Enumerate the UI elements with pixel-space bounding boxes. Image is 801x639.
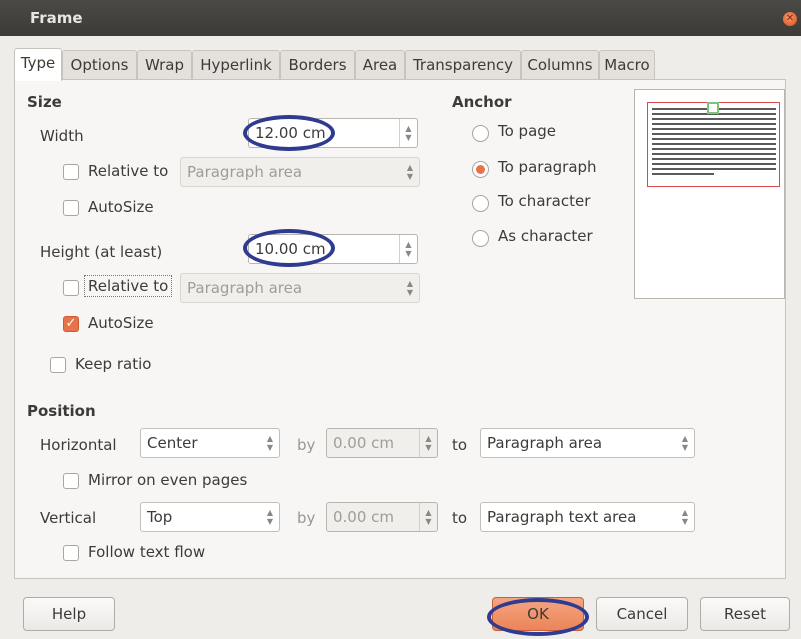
mirror-label: Mirror on even pages [88, 471, 248, 489]
close-icon[interactable]: ✕ [783, 12, 797, 26]
preview-text-line [652, 123, 776, 125]
width-value: 12.00 cm [255, 124, 326, 142]
keep-ratio-checkbox[interactable] [50, 357, 66, 373]
frame-dialog: Frame ✕ Type Options Wrap Hyperlink Bord… [0, 0, 801, 639]
vertical-to-value: Paragraph text area [487, 508, 637, 526]
height-value: 10.00 cm [255, 240, 326, 258]
combo-arrows-icon: ▲ ▼ [681, 434, 689, 452]
anchor-to-character-radio[interactable] [472, 195, 489, 212]
horizontal-label: Horizontal [40, 436, 117, 454]
width-relative-checkbox[interactable] [63, 164, 79, 180]
anchor-to-paragraph-radio[interactable] [472, 161, 489, 178]
preview-text-line [652, 138, 776, 140]
height-autosize-checkbox[interactable]: ✓ [63, 316, 79, 332]
anchor-as-character-radio[interactable] [472, 230, 489, 247]
horizontal-by-value: 0.00 cm [333, 434, 395, 452]
horizontal-to-value: Paragraph area [487, 434, 603, 452]
horizontal-by-spinfield[interactable]: 0.00 cm ▲ ▼ [326, 428, 438, 458]
horizontal-to-label: to [452, 436, 468, 454]
tab-transparency[interactable]: Transparency [405, 50, 521, 80]
ok-button[interactable]: OK [492, 597, 584, 631]
anchor-to-character-label: To character [498, 192, 591, 210]
tab-columns[interactable]: Columns [521, 50, 599, 80]
height-spinfield[interactable]: 10.00 cm ▲ ▼ [248, 234, 418, 264]
preview-text-line [652, 133, 776, 135]
combo-arrows-icon: ▲ ▼ [266, 434, 274, 452]
height-relative-checkbox[interactable] [63, 280, 79, 296]
width-relative-value: Paragraph area [187, 163, 303, 181]
combo-arrows-icon: ▲ ▼ [406, 279, 414, 297]
preview-text-line [652, 163, 776, 165]
title-bar: Frame ✕ [0, 0, 801, 36]
tab-options[interactable]: Options [62, 50, 137, 80]
preview-text-line [652, 173, 714, 175]
height-relative-value: Paragraph area [187, 279, 303, 297]
horizontal-by-label: by [297, 436, 316, 454]
keep-ratio-label: Keep ratio [75, 355, 152, 373]
combo-arrows-icon: ▲ ▼ [266, 508, 274, 526]
vertical-label: Vertical [40, 509, 97, 527]
preview-text-line [652, 118, 776, 120]
preview-frame-marker [707, 102, 719, 114]
width-autosize-label: AutoSize [88, 198, 154, 216]
preview-text-line [652, 128, 776, 130]
follow-text-flow-label: Follow text flow [88, 543, 206, 561]
size-heading: Size [27, 93, 62, 111]
width-label: Width [40, 127, 84, 145]
anchor-to-page-label: To page [498, 122, 557, 140]
tab-type[interactable]: Type [14, 48, 62, 81]
tab-area[interactable]: Area [355, 50, 405, 80]
anchor-as-character-label: As character [498, 227, 593, 245]
vertical-by-label: by [297, 509, 316, 527]
height-relative-label: Relative to [84, 275, 173, 297]
vertical-to-label: to [452, 509, 468, 527]
vertical-by-spinfield[interactable]: 0.00 cm ▲ ▼ [326, 502, 438, 532]
preview-text-line [652, 153, 776, 155]
width-autosize-checkbox[interactable] [63, 200, 79, 216]
horizontal-value: Center [147, 434, 198, 452]
combo-arrows-icon: ▲ ▼ [681, 508, 689, 526]
dialog-title: Frame [30, 9, 83, 27]
tab-borders[interactable]: Borders [280, 50, 355, 80]
width-relative-label: Relative to [88, 162, 169, 180]
vertical-to-combo[interactable]: Paragraph text area ▲ ▼ [480, 502, 695, 532]
tab-wrap[interactable]: Wrap [137, 50, 192, 80]
height-autosize-label: AutoSize [88, 314, 154, 332]
spin-arrows-icon[interactable]: ▲ ▼ [399, 119, 417, 147]
preview-text-line [652, 158, 776, 160]
combo-arrows-icon: ▲ ▼ [406, 163, 414, 181]
spin-arrows-icon[interactable]: ▲ ▼ [399, 235, 417, 263]
height-relative-combo[interactable]: Paragraph area ▲ ▼ [180, 273, 420, 303]
horizontal-to-combo[interactable]: Paragraph area ▲ ▼ [480, 428, 695, 458]
anchor-to-paragraph-label: To paragraph [498, 158, 597, 176]
follow-text-flow-checkbox[interactable] [63, 545, 79, 561]
tab-hyperlink[interactable]: Hyperlink [192, 50, 280, 80]
vertical-by-value: 0.00 cm [333, 508, 395, 526]
width-relative-combo[interactable]: Paragraph area ▲ ▼ [180, 157, 420, 187]
height-label: Height (at least) [40, 243, 163, 261]
help-button[interactable]: Help [23, 597, 115, 631]
vertical-combo[interactable]: Top ▲ ▼ [140, 502, 280, 532]
preview-text-line [652, 168, 776, 170]
vertical-value: Top [147, 508, 173, 526]
cancel-button[interactable]: Cancel [596, 597, 688, 631]
mirror-checkbox[interactable] [63, 473, 79, 489]
anchor-heading: Anchor [452, 93, 512, 111]
spin-arrows-icon[interactable]: ▲ ▼ [419, 429, 437, 457]
anchor-to-page-radio[interactable] [472, 125, 489, 142]
preview-text-line [652, 143, 776, 145]
position-heading: Position [27, 402, 96, 420]
spin-arrows-icon[interactable]: ▲ ▼ [419, 503, 437, 531]
tab-macro[interactable]: Macro [599, 50, 655, 80]
horizontal-combo[interactable]: Center ▲ ▼ [140, 428, 280, 458]
reset-button[interactable]: Reset [700, 597, 790, 631]
preview-text-line [652, 148, 776, 150]
width-spinfield[interactable]: 12.00 cm ▲ ▼ [248, 118, 418, 148]
